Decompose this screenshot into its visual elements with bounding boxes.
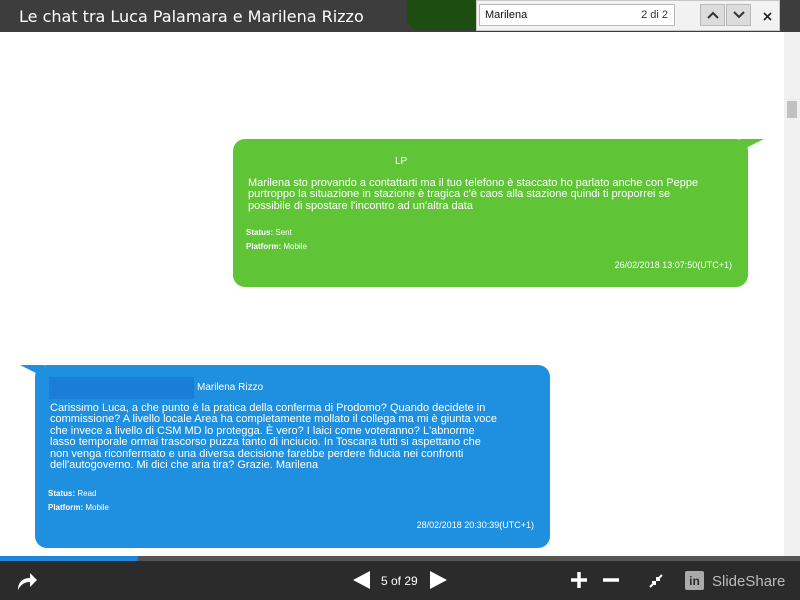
next-page-button[interactable] [430,571,447,589]
status-label: Status: [48,489,76,498]
brand-name[interactable]: SlideShare [712,573,785,590]
message-platform: Mobile [85,503,109,512]
toolbar-tab[interactable] [407,0,477,30]
message-meta: Status: Read Platform: Mobile [48,487,109,515]
plus-icon [571,572,587,588]
scrollbar-thumb[interactable] [787,101,797,118]
platform-label: Platform: [246,242,282,251]
find-input[interactable]: Marilena 2 di 2 [479,4,675,26]
find-query-text: Marilena [485,9,528,21]
zoom-in-button[interactable] [568,569,590,591]
find-close-button[interactable] [758,6,776,26]
sent-message-bubble: LP Marilena sto provando a contattarti m… [233,139,748,287]
find-match-count: 2 di 2 [641,9,668,21]
find-previous-button[interactable] [700,4,725,26]
message-sender: LP [395,156,408,167]
platform-label: Platform: [48,503,84,512]
message-meta: Status: Sent Platform: Mobile [246,226,307,254]
exit-fullscreen-button[interactable] [648,573,664,589]
message-status: Sent [275,228,292,237]
share-icon [18,573,37,590]
chevron-up-icon [706,11,719,19]
message-platform: Mobile [283,242,307,251]
message-sender: Marilena Rizzo [197,382,264,393]
page-indicator: 5 of 29 [381,574,418,588]
close-icon [762,11,772,21]
received-message-bubble: Marilena Rizzo Carissimo Luca, a che pun… [35,365,550,548]
document-title: Le chat tra Luca Palamara e Marilena Riz… [19,7,364,26]
linkedin-icon[interactable]: in [685,571,704,590]
collapse-icon [649,574,663,588]
vertical-scrollbar[interactable] [784,32,800,556]
message-timestamp: 28/02/2018 20:30:39(UTC+1) [416,520,534,530]
find-bar: Marilena 2 di 2 [476,0,780,31]
find-next-button[interactable] [726,4,751,26]
chevron-down-icon [732,11,745,19]
message-text: Marilena sto provando a contattarti ma i… [248,177,699,212]
status-label: Status: [246,228,274,237]
minus-icon [603,578,619,582]
message-timestamp: 26/02/2018 13:07:50(UTC+1) [614,260,732,270]
redacted-contact-box [49,377,194,399]
message-text: Carissimo Luca, a che punto è la pratica… [50,402,497,472]
previous-page-button[interactable] [353,571,370,589]
zoom-out-button[interactable] [600,569,622,591]
share-button[interactable] [15,569,39,593]
message-status: Read [77,489,97,498]
viewer-controls-bar: 5 of 29 in SlideShare [0,561,800,600]
